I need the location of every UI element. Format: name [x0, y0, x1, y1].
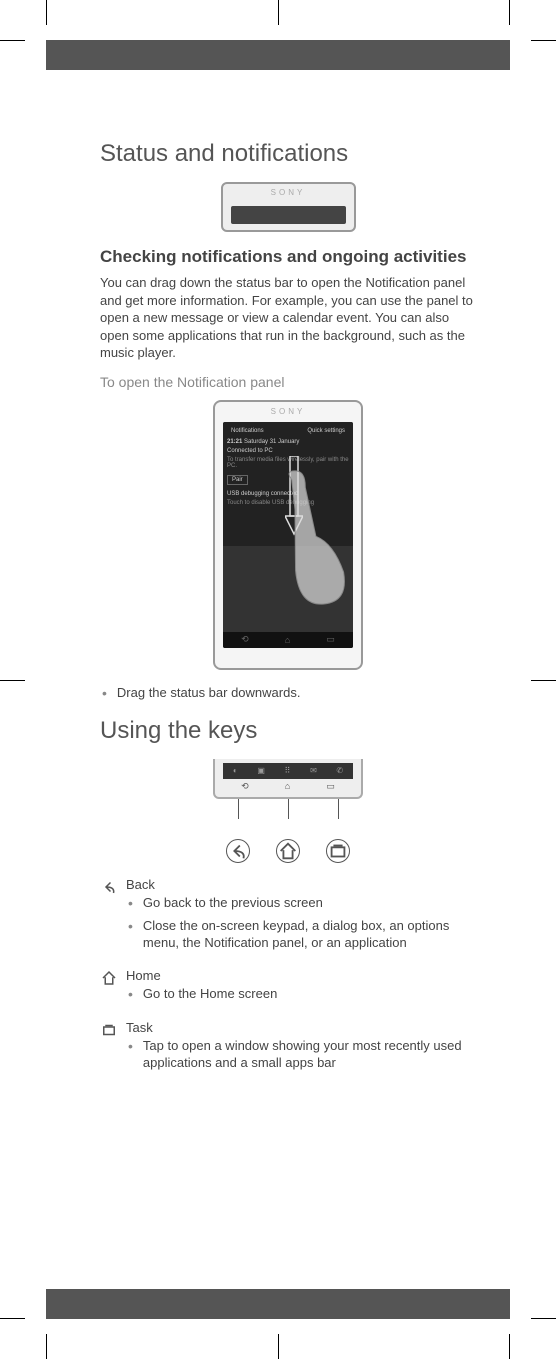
key-description-list: Back Go back to the previous screen Clos… — [100, 877, 476, 1076]
panel-tab-notifications: Notifications — [231, 428, 264, 434]
app-icon: ✉ — [310, 766, 317, 775]
back-callout-icon — [226, 839, 250, 863]
task-icon — [100, 1020, 126, 1076]
nav-task-icon: ▭ — [326, 781, 335, 793]
phone-illustration: Notifications Quick settings 21:21 Satur… — [213, 400, 363, 670]
key-name: Task — [126, 1020, 476, 1035]
panel-tab-quick-settings: Quick settings — [307, 428, 345, 434]
key-point: Close the on-screen keypad, a dialog box… — [126, 917, 476, 952]
key-item-task: Task Tap to open a window showing your m… — [100, 1020, 476, 1076]
step-item: Drag the status bar downwards. — [100, 684, 476, 703]
home-icon — [100, 968, 126, 1008]
section-body: You can drag down the status bar to open… — [100, 274, 476, 362]
figure-notification-drag: Notifications Quick settings 21:21 Satur… — [100, 400, 476, 670]
back-icon — [100, 877, 126, 956]
callout-icons — [213, 839, 363, 863]
panel-time: 21:21 — [227, 439, 242, 445]
key-point: Go back to the previous screen — [126, 894, 476, 913]
nav-keys-row: ⟲ ⌂ ▭ — [223, 781, 353, 793]
footer-bar — [46, 1289, 510, 1319]
key-point-text: Go back to the previous screen — [143, 894, 323, 913]
manual-page: Status and notifications Checking notifi… — [0, 0, 556, 1359]
task-callout-icon — [326, 839, 350, 863]
key-item-home: Home Go to the Home screen — [100, 968, 476, 1008]
phone-top-illustration — [221, 182, 356, 232]
nav-back-icon: ⟲ — [241, 781, 249, 793]
callout-lines — [213, 799, 363, 819]
app-icon: ✆ — [336, 766, 343, 775]
status-bar-sliver — [231, 206, 346, 224]
crop-marks-top — [0, 0, 556, 40]
phone-screen: Notifications Quick settings 21:21 Satur… — [223, 422, 353, 648]
key-point: Tap to open a window showing your most r… — [126, 1037, 476, 1072]
page-content: Status and notifications Checking notifi… — [100, 140, 476, 1269]
crop-tick-right — [531, 680, 556, 681]
header-bar — [46, 40, 510, 70]
step-list: Drag the status bar downwards. — [100, 684, 476, 703]
crop-tick-left — [0, 680, 25, 681]
section-title-keys: Using the keys — [100, 717, 476, 745]
app-icons-row: ◐ ▣ ⠿ ✉ ✆ — [223, 763, 353, 779]
nav-back-icon: ⟲ — [241, 634, 249, 645]
nav-home-icon: ⌂ — [285, 635, 290, 645]
section-heading: Checking notifications and ongoing activ… — [100, 246, 476, 268]
key-point-text: Go to the Home screen — [143, 985, 277, 1004]
section-subhead: To open the Notification panel — [100, 374, 476, 390]
key-name: Home — [126, 968, 476, 983]
figure-nav-keys: ◐ ▣ ⠿ ✉ ✆ ⟲ ⌂ ▭ — [100, 759, 476, 863]
nav-task-icon: ▭ — [326, 634, 335, 645]
app-icon: ⠿ — [285, 766, 291, 775]
phone-bottom-slice: ◐ ▣ ⠿ ✉ ✆ ⟲ ⌂ ▭ — [213, 759, 363, 799]
step-text: Drag the status bar downwards. — [117, 684, 301, 703]
page-title: Status and notifications — [100, 140, 476, 168]
app-icon: ▣ — [257, 766, 265, 775]
figure-status-bar — [100, 182, 476, 232]
key-name: Back — [126, 877, 476, 892]
panel-row-connected-pc: Connected to PC — [227, 448, 349, 454]
panel-pair-button: Pair — [227, 475, 248, 485]
key-point-text: Close the on-screen keypad, a dialog box… — [143, 917, 476, 952]
key-point: Go to the Home screen — [126, 985, 476, 1004]
home-callout-icon — [276, 839, 300, 863]
key-item-back: Back Go back to the previous screen Clos… — [100, 877, 476, 956]
key-point-text: Tap to open a window showing your most r… — [143, 1037, 476, 1072]
phone-nav-bar: ⟲ ⌂ ▭ — [223, 632, 353, 648]
crop-marks-bottom — [0, 1319, 556, 1359]
app-icon: ◐ — [233, 766, 238, 775]
nav-home-icon: ⌂ — [285, 781, 290, 793]
panel-date: Saturday 31 January — [244, 439, 299, 445]
